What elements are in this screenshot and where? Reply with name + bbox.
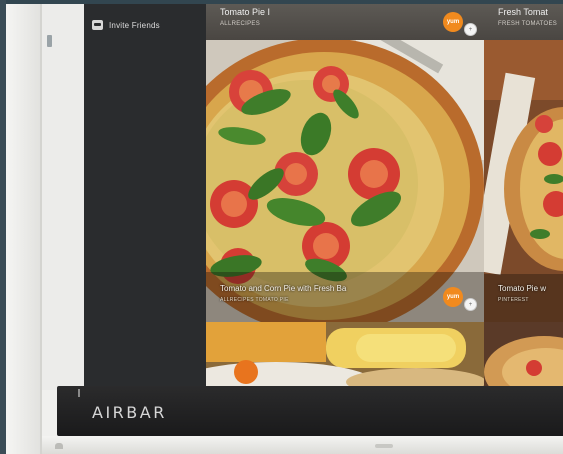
recipe-card[interactable]	[484, 322, 563, 390]
screen-edge	[42, 4, 84, 390]
recipe-title: Tomato Pie I	[220, 7, 271, 17]
recipe-source: PINTEREST	[498, 297, 529, 303]
recipe-card[interactable]	[206, 322, 484, 390]
recipe-card-header: Fresh Tomat FRESH TOMATOES	[484, 4, 563, 40]
recipe-photo-tomato-pie	[484, 4, 563, 322]
yum-button[interactable]: yum	[443, 287, 463, 307]
airbar-logo: AIRBAR	[92, 403, 167, 422]
recipe-source: FRESH TOMATOES	[498, 21, 558, 27]
laptop-base-foot	[55, 443, 63, 449]
recipe-title: Fresh Tomat	[498, 7, 548, 17]
recipe-photo-tomato-corn-pie	[206, 4, 484, 322]
recipe-title: Tomato and Corn Pie with Fresh Ba	[220, 284, 347, 293]
add-icon[interactable]: +	[464, 23, 477, 36]
invite-friends-label: Invite Friends	[109, 20, 160, 30]
add-icon[interactable]: +	[464, 298, 477, 311]
hinge-latch	[47, 35, 52, 47]
airbar-indicator	[78, 389, 80, 397]
recipe-feed[interactable]: Tomato Pie I ALLRECIPES yum + Tomato and…	[206, 4, 563, 390]
recipe-title: Tomato Pie w	[498, 284, 547, 293]
recipe-photo-corn	[206, 322, 484, 390]
laptop-bezel	[6, 4, 40, 454]
recipe-card[interactable]: Fresh Tomat FRESH TOMATOES Tomato Pie w …	[484, 4, 563, 322]
laptop-base	[42, 436, 563, 454]
recipe-card[interactable]: Tomato Pie I ALLRECIPES yum + Tomato and…	[206, 4, 484, 322]
recipe-photo-pie	[484, 322, 563, 390]
recipe-source: ALLRECIPES TOMATO PIE	[220, 297, 289, 303]
chat-icon	[92, 20, 103, 30]
laptop-base-notch	[375, 444, 393, 448]
invite-friends-button[interactable]: Invite Friends	[92, 20, 160, 30]
yum-button[interactable]: yum	[443, 12, 463, 32]
app-sidebar	[84, 4, 206, 390]
recipe-source: ALLRECIPES	[220, 21, 261, 27]
